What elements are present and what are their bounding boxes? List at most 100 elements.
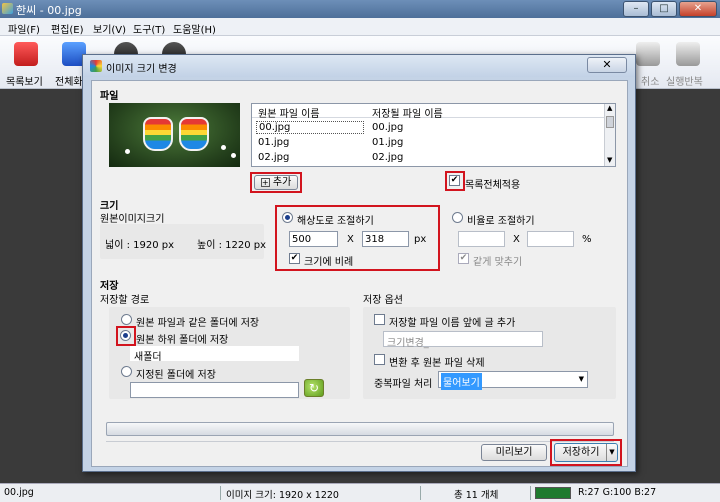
ratio-label: 비율로 조절하기 [467,216,535,227]
file-row-1-saved: 01.jpg [372,137,404,148]
resolution-label: 해상도로 조절하기 [297,216,374,227]
file-list[interactable]: 원본 파일 이름 저장될 파일 이름 00.jpg 00.jpg 01.jpg … [251,103,616,167]
status-bar: 00.jpg 이미지 크기: 1920 x 1220 총 11 개체 R:27 … [0,483,720,502]
same-ratio-label: 같게 맞추기 [473,257,523,268]
height-input[interactable]: 318 [362,231,409,247]
shoe-right [179,117,209,151]
status-filename: 00.jpg [4,487,34,498]
prefix-label: 저장할 파일 이름 앞에 글 추가 [389,318,516,329]
toolbar-label-list: 목록보기 [6,77,43,88]
file-row-2-original[interactable]: 02.jpg [258,152,289,163]
save-options-header: 저장 옵션 [363,295,403,306]
sub-folder-label: 원본 하위 폴더에 저장 [136,335,229,346]
file-section-header: 파일 [100,91,119,102]
unit-percent-label: % [582,234,592,245]
chevron-down-icon: ▼ [578,375,584,383]
status-rgb: R:27 G:100 B:27 [578,487,657,498]
status-image-size: 이미지 크기: 1920 x 1220 [226,490,339,501]
folder-browse-icon[interactable]: ↻ [304,379,324,397]
specified-folder-label: 지정된 폴더에 저장 [136,370,216,381]
file-list-scrollbar[interactable]: ▲ ▼ [604,104,615,166]
resolution-radio[interactable] [282,212,293,223]
file-row-2-saved: 02.jpg [372,152,404,163]
prefix-value: 크기변경_ [387,338,429,349]
add-button[interactable]: + 추가 [254,175,298,190]
same-folder-label: 원본 파일과 같은 폴더에 저장 [136,318,260,329]
preview-button[interactable]: 미리보기 [481,444,547,461]
image-thumbnail [109,103,240,167]
width-height-separator: X [347,234,354,245]
proportional-label: 크기에 비례 [304,257,354,268]
ratio-radio[interactable] [452,212,463,223]
width-value: 500 [292,234,312,245]
menu-help[interactable]: 도움말(H) [173,21,216,36]
file-row-0-saved: 00.jpg [372,122,404,133]
save-section-header: 저장 [100,281,119,292]
height-value: 318 [365,234,385,245]
col-saved-name[interactable]: 저장될 파일 이름 [372,105,443,120]
same-folder-radio[interactable] [121,314,132,325]
delete-original-checkbox[interactable] [374,354,385,365]
save-dropdown-icon[interactable]: ▼ [606,444,617,461]
menu-view[interactable]: 보기(V) [93,21,126,36]
close-icon[interactable]: ✕ [587,57,627,73]
window-titlebar: 한씨 - 00.jpg – □ ✕ [0,0,720,18]
menu-tools[interactable]: 도구(T) [133,21,165,36]
toolbar-label-fullscreen: 전체화 [55,77,83,88]
status-object-count: 총 11 개체 [454,490,499,501]
sub-folder-radio[interactable] [120,330,131,341]
original-height: 높이 : 1220 px [197,240,267,251]
dialog-icon [90,60,102,72]
file-row-1-original[interactable]: 01.jpg [258,137,289,148]
prefix-input[interactable]: 크기변경_ [383,331,543,349]
minimize-icon[interactable]: – [623,1,649,17]
delete-original-label: 변환 후 원본 파일 삭제 [389,358,485,369]
sub-folder-value: 새폴더 [134,352,162,363]
window-title: 한씨 - 00.jpg [16,4,82,17]
apply-all-label: 목록전체적용 [465,180,521,191]
prefix-checkbox[interactable] [374,314,385,325]
duplicate-handling-select[interactable]: 물어보기 ▼ [438,371,588,390]
plus-icon: + [260,177,270,187]
menu-edit[interactable]: 편집(E) [51,21,84,36]
duplicate-handling-label: 중복파일 처리 [374,379,433,390]
resize-dialog: 이미지 크기 변경 ✕ 파일 원본 파일 이름 저장될 파일 이름 00.jpg… [82,54,636,472]
apply-all-checkbox[interactable]: ✔ [449,175,460,186]
width-input[interactable]: 500 [289,231,338,247]
duplicate-handling-value: 물어보기 [441,373,482,390]
toolbar-label-redo: 실행반복 [666,77,703,88]
menu-file[interactable]: 파일(F) [8,21,40,36]
dialog-body: 파일 원본 파일 이름 저장될 파일 이름 00.jpg 00.jpg 01.j… [91,80,628,467]
save-button[interactable]: 저장하기 ▼ [554,443,618,462]
file-row-0-original[interactable]: 00.jpg [256,121,364,134]
app-icon [2,3,13,14]
save-button-label: 저장하기 [562,447,600,458]
sub-folder-input[interactable]: 새폴더 [130,346,299,363]
dialog-titlebar: 이미지 크기 변경 ✕ [83,55,635,77]
ratio-height-input[interactable] [527,231,574,247]
specified-folder-input[interactable] [130,382,299,398]
proportional-checkbox[interactable]: ✔ [289,253,300,264]
unit-px-label: px [414,234,427,245]
close-icon[interactable]: ✕ [679,1,717,17]
shoe-left [143,117,173,151]
progress-bar [106,422,614,436]
maximize-icon[interactable]: □ [651,1,677,17]
specified-folder-radio[interactable] [121,366,132,377]
same-ratio-checkbox[interactable]: ✔ [458,253,469,264]
save-path-header: 저장할 경로 [100,295,150,306]
ratio-width-input[interactable] [458,231,505,247]
ratio-separator: X [513,234,520,245]
menu-bar: 파일(F) 편집(E) 보기(V) 도구(T) 도움말(H) [0,18,720,36]
original-size-label: 원본이미지크기 [100,214,165,225]
original-width: 넓이 : 1920 px [105,240,175,251]
list-view-icon[interactable] [14,42,38,66]
original-size-group: 넓이 : 1920 px 높이 : 1220 px [100,224,267,259]
status-color-swatch [535,487,571,499]
col-original-name[interactable]: 원본 파일 이름 [258,105,320,120]
toolbar-label-undo: 취소 [641,77,660,88]
undo-icon[interactable] [636,42,660,66]
redo-icon[interactable] [676,42,700,66]
dialog-title: 이미지 크기 변경 [106,64,177,75]
add-button-label: 추가 [272,177,292,188]
